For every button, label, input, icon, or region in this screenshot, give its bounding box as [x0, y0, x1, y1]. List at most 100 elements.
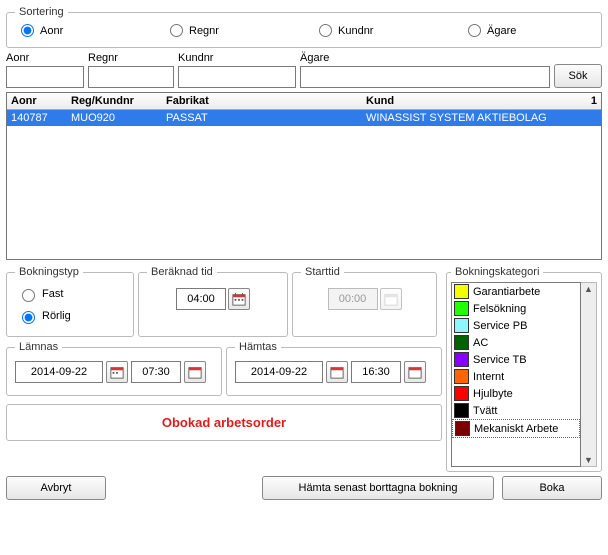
search-button[interactable]: Sök: [554, 64, 602, 88]
avbryt-button[interactable]: Avbryt: [6, 476, 106, 500]
sort-kundnr[interactable]: Kundnr: [319, 24, 438, 37]
sortering-legend: Sortering: [15, 6, 68, 18]
grid-header-count: 1: [585, 93, 601, 109]
kategori-group: Bokningskategori Garantiarbete Felsökning…: [446, 266, 602, 472]
grid-header-reg[interactable]: Reg/Kundnr: [67, 93, 162, 109]
sort-regnr-label: Regnr: [189, 25, 219, 37]
kategori-scrollbar[interactable]: ▲ ▼: [581, 282, 597, 467]
kategori-swatch: [454, 284, 469, 299]
cell-kund: WINASSIST SYSTEM AKTIEBOLAG: [362, 110, 585, 126]
bokningstyp-rorlig-radio[interactable]: [22, 311, 35, 324]
search-regnr-input[interactable]: [88, 66, 174, 88]
sort-regnr[interactable]: Regnr: [170, 24, 289, 37]
cell-fabrikat: PASSAT: [162, 110, 362, 126]
kategori-item[interactable]: Service PB: [452, 317, 580, 334]
lamnas-date-input[interactable]: [15, 361, 103, 383]
starttid-legend: Starttid: [301, 266, 344, 278]
cell-aonr: 140787: [7, 110, 67, 126]
kategori-item[interactable]: Mekaniskt Arbete: [452, 419, 580, 438]
starttid-calendar-button: [380, 288, 402, 310]
kategori-label: Service TB: [473, 354, 527, 366]
bokningstyp-fast-label: Fast: [42, 288, 63, 300]
hamtas-date-input[interactable]: [235, 361, 323, 383]
hamtas-legend: Hämtas: [235, 341, 281, 353]
kategori-label: Tvätt: [473, 405, 497, 417]
kategori-swatch: [454, 301, 469, 316]
calendar-icon: [330, 365, 344, 379]
kategori-list[interactable]: Garantiarbete Felsökning Service PB AC Servi…: [451, 282, 581, 467]
hamtas-time-calendar-button[interactable]: [404, 361, 426, 383]
bokningstyp-rorlig-label: Rörlig: [42, 310, 71, 322]
kategori-label: Garantiarbete: [473, 286, 540, 298]
bokningstyp-rorlig[interactable]: Rörlig: [17, 308, 123, 324]
kategori-item[interactable]: Service TB: [452, 351, 580, 368]
kategori-label: Hjulbyte: [473, 388, 513, 400]
search-kundnr-input[interactable]: [178, 66, 296, 88]
kategori-item[interactable]: Internt: [452, 368, 580, 385]
hamtas-time-input[interactable]: [351, 361, 401, 383]
bottom-buttons: Avbryt Hämta senast borttagna bokning Bo…: [6, 476, 602, 500]
calendar-icon: [110, 365, 124, 379]
status-bar: Obokad arbetsorder: [6, 404, 442, 441]
kategori-label: Mekaniskt Arbete: [474, 423, 558, 435]
search-kundnr-label: Kundnr: [178, 52, 296, 64]
sort-aonr-label: Aonr: [40, 25, 63, 37]
kategori-item[interactable]: Felsökning: [452, 300, 580, 317]
lamnas-date-calendar-button[interactable]: [106, 361, 128, 383]
sort-regnr-radio[interactable]: [170, 24, 183, 37]
lamnas-time-calendar-button[interactable]: [184, 361, 206, 383]
calendar-icon: [384, 292, 398, 306]
search-aonr-input[interactable]: [6, 66, 84, 88]
beraknad-input[interactable]: [176, 288, 226, 310]
beraknad-legend: Beräknad tid: [147, 266, 217, 278]
table-row[interactable]: 140787 MUO920 PASSAT WINASSIST SYSTEM AK…: [7, 110, 601, 126]
sort-kundnr-label: Kundnr: [338, 25, 373, 37]
kategori-swatch: [454, 369, 469, 384]
sort-agare-radio[interactable]: [468, 24, 481, 37]
kategori-swatch: [454, 352, 469, 367]
kategori-label: AC: [473, 337, 488, 349]
bokningstyp-legend: Bokningstyp: [15, 266, 83, 278]
search-agare-input[interactable]: [300, 66, 550, 88]
status-text: Obokad arbetsorder: [162, 415, 286, 430]
beraknad-group: Beräknad tid: [138, 266, 288, 337]
bokningstyp-fast-radio[interactable]: [22, 289, 35, 302]
kategori-legend: Bokningskategori: [451, 266, 543, 278]
kategori-item[interactable]: Hjulbyte: [452, 385, 580, 402]
sort-kundnr-radio[interactable]: [319, 24, 332, 37]
starttid-input: [328, 288, 378, 310]
scroll-down-icon[interactable]: ▼: [584, 455, 593, 465]
kategori-swatch: [454, 403, 469, 418]
sortering-group: Sortering Aonr Regnr Kundnr Ägare: [6, 6, 602, 48]
hamtas-group: Hämtas: [226, 341, 442, 396]
kategori-item[interactable]: Garantiarbete: [452, 283, 580, 300]
sort-agare[interactable]: Ägare: [468, 24, 587, 37]
lamnas-group: Lämnas: [6, 341, 222, 396]
calendar-icon: [188, 365, 202, 379]
starttid-group: Starttid: [292, 266, 437, 337]
grid-header-kund[interactable]: Kund: [362, 93, 585, 109]
kategori-item[interactable]: Tvätt: [452, 402, 580, 419]
kategori-item[interactable]: AC: [452, 334, 580, 351]
beraknad-calendar-button[interactable]: [228, 288, 250, 310]
scroll-up-icon[interactable]: ▲: [584, 284, 593, 294]
sort-agare-label: Ägare: [487, 25, 516, 37]
search-row: Aonr Regnr Kundnr Ägare Sök: [6, 52, 602, 88]
search-agare-label: Ägare: [300, 52, 550, 64]
kategori-swatch: [454, 335, 469, 350]
sort-aonr[interactable]: Aonr: [21, 24, 140, 37]
lamnas-legend: Lämnas: [15, 341, 62, 353]
hamtas-date-calendar-button[interactable]: [326, 361, 348, 383]
lamnas-time-input[interactable]: [131, 361, 181, 383]
sort-aonr-radio[interactable]: [21, 24, 34, 37]
grid-header-fabrikat[interactable]: Fabrikat: [162, 93, 362, 109]
kategori-swatch: [454, 318, 469, 333]
results-grid[interactable]: Aonr Reg/Kundnr Fabrikat Kund 1 140787 M…: [6, 92, 602, 260]
search-aonr-label: Aonr: [6, 52, 84, 64]
boka-button[interactable]: Boka: [502, 476, 602, 500]
bokningstyp-fast[interactable]: Fast: [17, 286, 123, 302]
grid-header-aonr[interactable]: Aonr: [7, 93, 67, 109]
hamta-button[interactable]: Hämta senast borttagna bokning: [262, 476, 494, 500]
kategori-label: Service PB: [473, 320, 527, 332]
bokningstyp-group: Bokningstyp Fast Rörlig: [6, 266, 134, 337]
